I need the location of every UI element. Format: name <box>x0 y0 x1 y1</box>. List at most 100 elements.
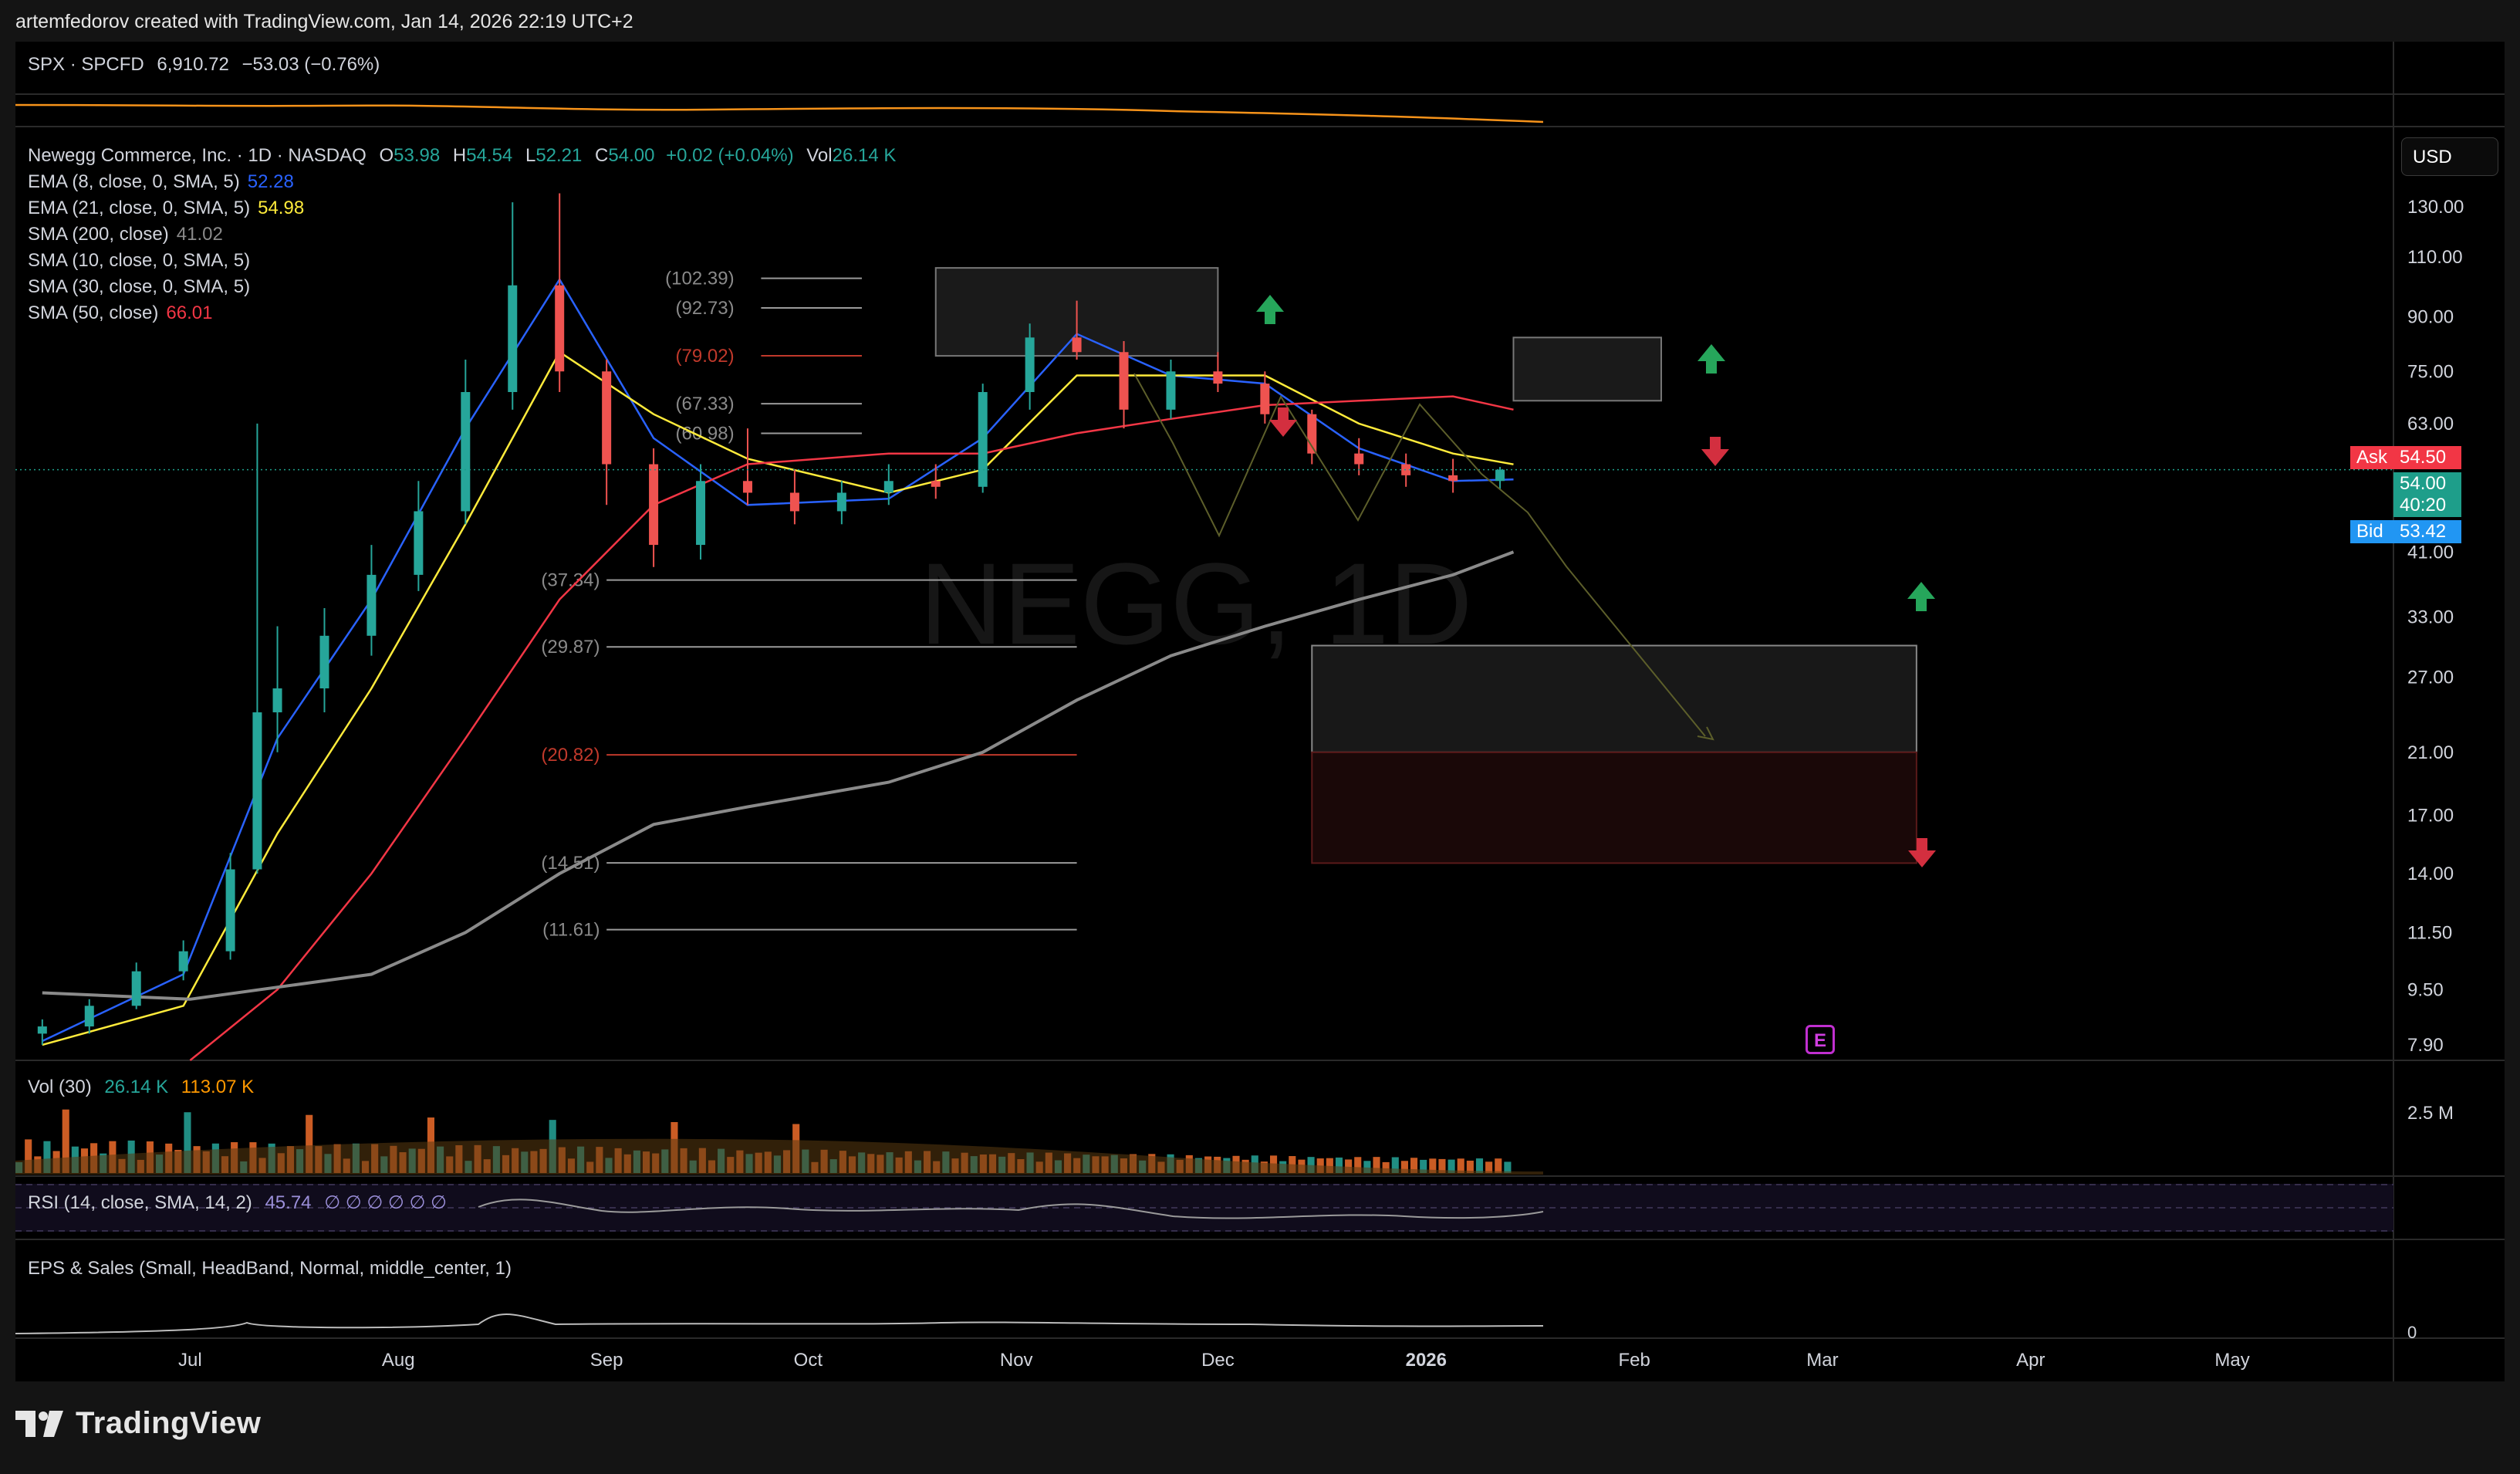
candle-body[interactable] <box>883 481 893 493</box>
price-tick-label[interactable]: 14.00 <box>2407 864 2454 884</box>
moving-average-line[interactable] <box>42 350 1514 1046</box>
candle-body[interactable] <box>461 392 471 512</box>
candle-body[interactable] <box>1260 384 1270 414</box>
time-axis-layer[interactable]: Jul Aug Sep Oct Nov Dec 2026 Feb Mar Apr May <box>178 1350 2250 1371</box>
indicator-legend-row[interactable]: EMA (21, close, 0, SMA, 5) 54.98 <box>28 198 304 219</box>
candle-body[interactable] <box>1495 469 1505 482</box>
candle-body[interactable] <box>225 869 235 952</box>
candle-body[interactable] <box>1448 475 1458 482</box>
price-tick-label[interactable]: 11.50 <box>2407 922 2452 943</box>
price-tick-label[interactable]: 9.50 <box>2407 979 2444 1000</box>
fib-level-label[interactable]: (29.87) <box>541 637 600 658</box>
volume-legend[interactable]: Vol (30) 26.14 K 113.07 K <box>28 1077 254 1098</box>
price-tick-label[interactable]: 41.00 <box>2407 542 2454 563</box>
candle-body[interactable] <box>931 481 941 487</box>
time-tick-label[interactable]: May <box>2214 1350 2249 1371</box>
price-tick-label[interactable]: 90.00 <box>2407 307 2454 328</box>
candle-body[interactable] <box>319 635 329 689</box>
eps-legend[interactable]: EPS & Sales (Small, HeadBand, Normal, mi… <box>28 1258 512 1280</box>
price-tick-label[interactable]: 27.00 <box>2407 667 2454 688</box>
target-zone-box[interactable] <box>1311 751 1917 864</box>
price-tick-label[interactable]: 33.00 <box>2407 607 2454 628</box>
candle-body[interactable] <box>789 492 799 512</box>
indicator-legend-row[interactable]: SMA (10, close, 0, SMA, 5) <box>28 250 250 272</box>
chart-area[interactable]: NEGG, 1D (102.39) (92.73) (79.02) (67.33) (6… <box>15 42 2505 1381</box>
candle-body[interactable] <box>272 688 282 713</box>
price-tick-label[interactable]: 110.00 <box>2407 247 2463 268</box>
spx-legend[interactable]: SPX · SPCFD 6,910.72 −53.03 (−0.76%) <box>28 54 380 76</box>
volume-bar[interactable] <box>1495 1158 1502 1173</box>
candle-body[interactable] <box>1119 352 1129 410</box>
candle-body[interactable] <box>1213 371 1223 384</box>
candle-body[interactable] <box>649 464 659 546</box>
fib-level-label[interactable]: (102.39) <box>665 269 734 289</box>
indicator-label: SMA (10, close, 0, SMA, 5) <box>28 250 251 271</box>
fib-level-label[interactable]: (60.98) <box>676 423 735 444</box>
down-arrow-icon[interactable] <box>1701 437 1729 466</box>
candle-body[interactable] <box>836 492 846 512</box>
time-tick-label[interactable]: Dec <box>1201 1350 1235 1371</box>
candle-body[interactable] <box>178 951 188 972</box>
time-tick-label[interactable]: Mar <box>1806 1350 1838 1371</box>
indicator-legend-row[interactable]: SMA (200, close) 41.02 <box>28 224 223 245</box>
time-tick-label[interactable]: Jul <box>178 1350 202 1371</box>
candle-body[interactable] <box>508 285 518 393</box>
brand-name: TradingView <box>76 1406 262 1440</box>
time-tick-label[interactable]: Nov <box>1000 1350 1033 1371</box>
volume-bar[interactable] <box>1475 1158 1484 1173</box>
candle-body[interactable] <box>131 971 141 1006</box>
candle-body[interactable] <box>37 1026 47 1034</box>
rsi-label: RSI (14, close, SMA, 14, 2) <box>28 1192 252 1213</box>
time-tick-label[interactable]: Feb <box>1619 1350 1650 1371</box>
chart-svg[interactable]: NEGG, 1D (102.39)(92.73)(79.02)(67.33)(6… <box>15 42 2505 1381</box>
candle-body[interactable] <box>1354 453 1364 465</box>
candle-body[interactable] <box>602 371 612 465</box>
up-arrow-icon[interactable] <box>1697 344 1725 374</box>
time-tick-label[interactable]: Aug <box>382 1350 415 1371</box>
price-tick-label[interactable]: 63.00 <box>2407 414 2454 434</box>
volume-value: 26.14 K <box>832 145 897 166</box>
candle-body[interactable] <box>84 1006 94 1027</box>
up-arrow-icon[interactable] <box>1256 295 1284 324</box>
fib-level-label[interactable]: (67.33) <box>676 394 735 414</box>
currency-button[interactable]: USD <box>2401 137 2498 176</box>
time-tick-label[interactable]: Sep <box>590 1350 623 1371</box>
price-tick-label[interactable]: 17.00 <box>2407 806 2454 827</box>
fib-level-label[interactable]: (20.82) <box>541 745 600 766</box>
price-tick-label[interactable]: 75.00 <box>2407 361 2454 382</box>
candle-body[interactable] <box>1166 371 1176 410</box>
indicator-legend-row[interactable]: SMA (50, close) 66.01 <box>28 303 212 324</box>
moving-averages-layer[interactable] <box>42 277 1515 1061</box>
main-legend-title[interactable]: Newegg Commerce, Inc. · 1D · NASDAQ O53.… <box>28 145 896 167</box>
indicator-legend-row[interactable]: SMA (30, close, 0, SMA, 5) <box>28 276 250 298</box>
candle-body[interactable] <box>555 285 565 372</box>
price-tick-label[interactable]: 21.00 <box>2407 742 2454 763</box>
up-arrow-icon[interactable] <box>1907 582 1935 611</box>
candle-body[interactable] <box>414 511 424 575</box>
target-zone-box[interactable] <box>1311 644 1917 753</box>
tradingview-logo[interactable]: TradingView <box>15 1406 261 1441</box>
candle-body[interactable] <box>696 481 706 546</box>
candle-body[interactable] <box>1025 337 1035 393</box>
candle-body[interactable] <box>1072 337 1082 353</box>
eps-line[interactable] <box>15 1313 1544 1334</box>
candle-body[interactable] <box>367 574 377 636</box>
candle-body[interactable] <box>978 392 988 487</box>
earnings-badge-icon[interactable]: E <box>1806 1025 1835 1054</box>
fib-level-label[interactable]: (92.73) <box>676 298 735 319</box>
price-tick-label[interactable]: 130.00 <box>2407 197 2464 218</box>
close-label: C <box>595 145 609 166</box>
fib-level-label[interactable]: (11.61) <box>542 920 600 941</box>
indicator-legend-row[interactable]: EMA (8, close, 0, SMA, 5) 52.28 <box>28 171 294 193</box>
bar-countdown: 40:20 <box>2393 494 2461 517</box>
time-tick-label[interactable]: 2026 <box>1406 1350 1447 1371</box>
target-zone-box[interactable] <box>1512 336 1663 402</box>
candle-body[interactable] <box>252 712 262 870</box>
price-tick-label[interactable]: 7.90 <box>2407 1035 2444 1056</box>
time-tick-label[interactable]: Oct <box>794 1350 823 1371</box>
candle-body[interactable] <box>742 481 752 493</box>
spx-line[interactable] <box>15 103 1544 123</box>
rsi-legend[interactable]: RSI (14, close, SMA, 14, 2) 45.74 ∅ ∅ ∅ … <box>28 1192 447 1214</box>
fib-level-label[interactable]: (79.02) <box>676 346 735 367</box>
time-tick-label[interactable]: Apr <box>2016 1350 2045 1371</box>
